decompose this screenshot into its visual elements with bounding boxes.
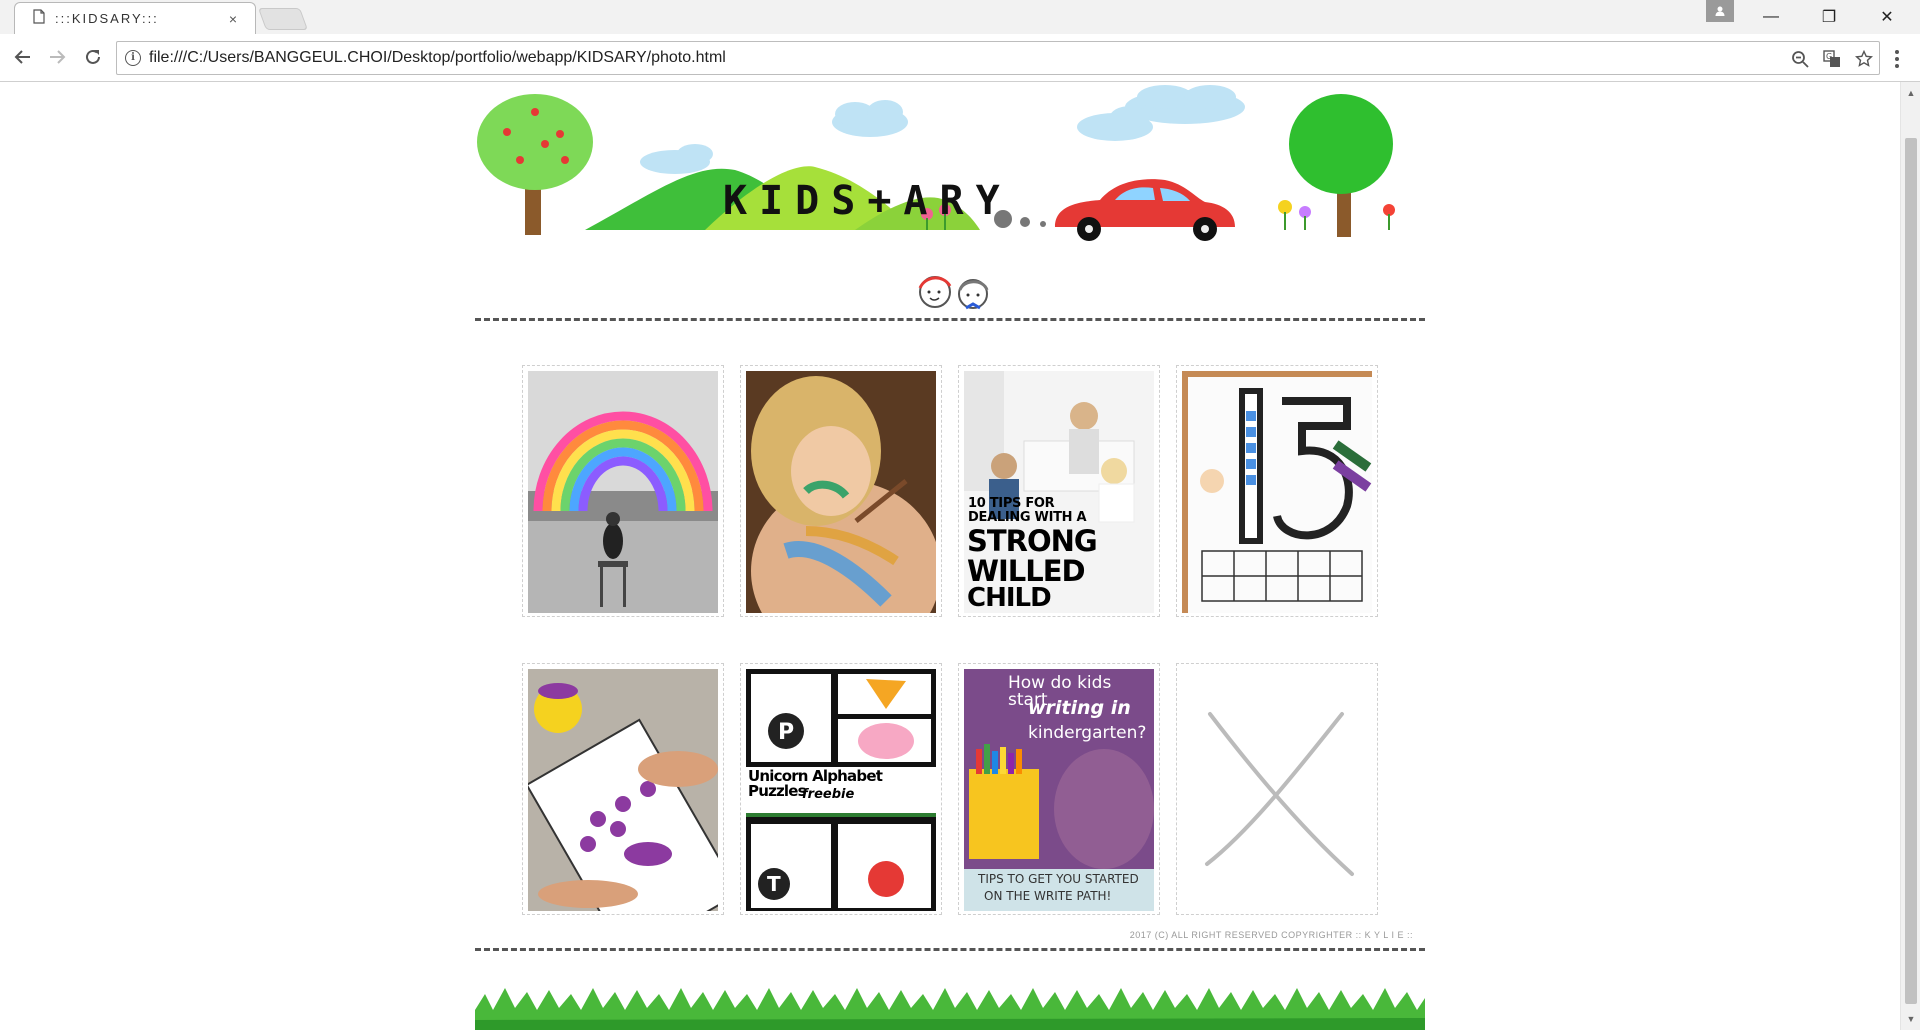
- svg-text:G: G: [1826, 52, 1832, 61]
- menu-kebab-icon[interactable]: [1886, 48, 1908, 70]
- caption-line: TIPS TO GET YOU STARTED: [978, 872, 1139, 886]
- profile-icon[interactable]: [1706, 0, 1734, 22]
- photo-rainbow-painting: [528, 371, 718, 613]
- caption-line: WILLED: [967, 554, 1086, 588]
- caption-line: STRONG: [967, 524, 1098, 558]
- photo-subtraction-smash: [528, 669, 718, 911]
- caption-line: freebie: [802, 787, 855, 802]
- site-logo[interactable]: KIDS+ARY: [723, 178, 1012, 224]
- kids-faces-icon: [918, 276, 989, 310]
- tab-title: :::KIDSARY:::: [55, 11, 159, 26]
- info-icon[interactable]: i: [125, 50, 141, 66]
- vertical-scrollbar[interactable]: ▲ ▼: [1900, 82, 1920, 1030]
- photo-placeholder-x: [1182, 669, 1372, 911]
- address-bar[interactable]: i file:///C:/Users/BANGGEUL.CHOI/Desktop…: [116, 41, 1880, 75]
- url-text: file:///C:/Users/BANGGEUL.CHOI/Desktop/p…: [149, 49, 726, 66]
- minimize-button[interactable]: —: [1742, 0, 1800, 34]
- page-icon: [33, 8, 45, 29]
- reload-icon[interactable]: [78, 42, 108, 72]
- caption-line: DEALING WITH A: [968, 510, 1087, 525]
- tab-close-icon[interactable]: ×: [225, 11, 241, 27]
- grass-decoration: [475, 988, 1425, 1030]
- photo-card-paint-child[interactable]: [740, 365, 942, 617]
- restore-button[interactable]: ❐: [1800, 0, 1858, 34]
- photo-card-strong-willed[interactable]: 10 TIPS FOR DEALING WITH A STRONG WILLED…: [958, 365, 1160, 617]
- new-tab-button[interactable]: [257, 8, 309, 30]
- kidsary-site: KIDS+ARY 10 TIPS FOR DEALING WITH A STRO…: [475, 82, 1425, 1030]
- photo-card-subtraction-smash[interactable]: [522, 663, 724, 915]
- translate-icon[interactable]: G: [1821, 48, 1843, 70]
- photo-card-rainbow[interactable]: [522, 365, 724, 617]
- svg-text:T: T: [767, 872, 781, 896]
- top-dashed-divider: [475, 318, 1425, 321]
- bookmark-star-icon[interactable]: [1853, 48, 1875, 70]
- caption-line: ON THE WRITE PATH!: [984, 889, 1112, 903]
- caption-line: 10 TIPS FOR: [968, 496, 1055, 511]
- page-viewport: KIDS+ARY 10 TIPS FOR DEALING WITH A STRO…: [0, 82, 1900, 1030]
- photo-card-kids-writing[interactable]: How do kids start writing in kindergarte…: [958, 663, 1160, 915]
- bottom-dashed-divider: [475, 948, 1425, 951]
- photo-card-empty[interactable]: [1176, 663, 1378, 915]
- photo-card-unicorn-alphabet[interactable]: P T Unicorn Alphabet Puzzles freebie: [740, 663, 942, 915]
- caption-line: CHILD: [967, 583, 1052, 613]
- caption-line: writing in: [1028, 697, 1131, 719]
- forward-arrow-icon[interactable]: [42, 42, 72, 72]
- back-arrow-icon[interactable]: [8, 42, 38, 72]
- photo-strong-willed-child: 10 TIPS FOR DEALING WITH A STRONG WILLED…: [964, 371, 1154, 613]
- zoom-icon[interactable]: [1789, 48, 1811, 70]
- photo-kids-writing: How do kids start writing in kindergarte…: [964, 669, 1154, 911]
- scroll-thumb[interactable]: [1905, 138, 1917, 1004]
- browser-toolbar: i file:///C:/Users/BANGGEUL.CHOI/Desktop…: [0, 34, 1920, 82]
- copyright-footer: 2017 (C) ALL RIGHT RESERVED COPYRIGHTER …: [1129, 930, 1413, 940]
- scroll-down-arrow-icon[interactable]: ▼: [1901, 1010, 1920, 1028]
- photo-number-15-worksheet: [1182, 371, 1372, 613]
- caption-line: kindergarten?: [1028, 723, 1147, 743]
- svg-text:P: P: [778, 720, 794, 745]
- tab-active[interactable]: :::KIDSARY::: ×: [14, 2, 256, 34]
- photo-unicorn-alphabet-puzzles: P T Unicorn Alphabet Puzzles freebie: [746, 669, 936, 911]
- close-window-button[interactable]: ✕: [1858, 0, 1916, 34]
- scroll-up-arrow-icon[interactable]: ▲: [1901, 84, 1920, 102]
- photo-card-number-15[interactable]: [1176, 365, 1378, 617]
- tab-strip: :::KIDSARY::: × — ❐ ✕: [0, 0, 1920, 34]
- photo-child-with-paint: [746, 371, 936, 613]
